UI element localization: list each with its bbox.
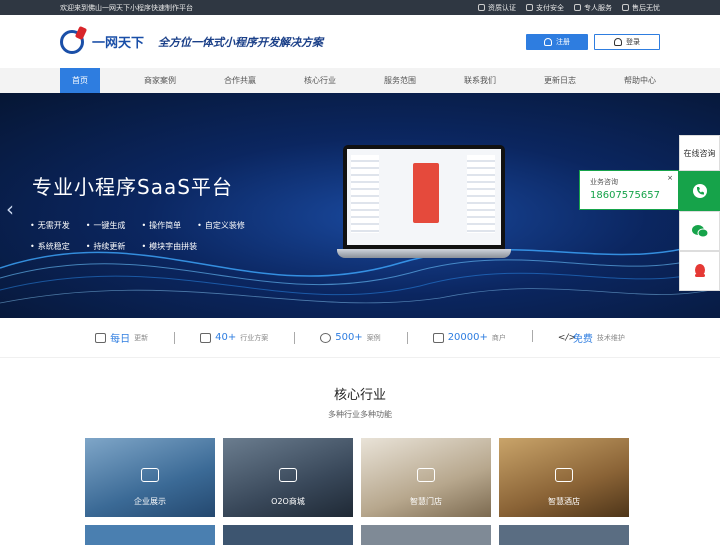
qq-button[interactable] [679, 251, 720, 291]
stat-cases: 500+ 案例 [294, 332, 406, 344]
nav-changelog[interactable]: 更新日志 [520, 68, 600, 93]
logo-name: 一网天下 [92, 36, 145, 51]
thumb-icon [622, 4, 629, 11]
nav-cases[interactable]: 商家案例 [120, 68, 200, 93]
card-enterprise[interactable]: 企业展示 [85, 438, 215, 517]
hotel-icon [555, 468, 573, 482]
feature-item: 无需开发 [30, 220, 70, 231]
card-label: 企业展示 [134, 497, 166, 506]
cart-icon [279, 468, 297, 482]
certified-icon [478, 4, 485, 11]
prev-slide-icon[interactable]: ‹ [6, 197, 14, 221]
topbar-link-payment[interactable]: 支付安全 [526, 3, 564, 13]
stat-industries: 40+ 行业方案 [174, 332, 294, 344]
laptop-image [343, 145, 505, 249]
online-consult[interactable]: 在线咨询 [679, 135, 720, 171]
feature-item: 模块字由拼装 [141, 241, 197, 252]
nav-help[interactable]: 帮助中心 [600, 68, 680, 93]
welcome-text: 欢迎来到佛山一网天下小程序快速制作平台 [60, 3, 193, 12]
nav-industries[interactable]: 核心行业 [280, 68, 360, 93]
phone-icon [692, 184, 707, 198]
nav-services[interactable]: 服务范围 [360, 68, 440, 93]
card-hotel[interactable]: 智慧酒店 [499, 438, 629, 517]
wechat-icon [691, 225, 708, 238]
card-label: 智慧酒店 [548, 497, 580, 506]
popup-label: 业务咨询 [590, 178, 618, 186]
topbar-link-aftersale[interactable]: 售后无忧 [622, 3, 660, 13]
consult-popup: × 业务咨询 18607575657 [579, 170, 679, 210]
card-label: 智慧门店 [410, 497, 442, 506]
top-bar: 欢迎来到佛山一网天下小程序快速制作平台 资质认证 支付安全 专人服务 售后无忧 [0, 0, 720, 15]
store-icon [432, 332, 444, 343]
calendar-icon [95, 332, 107, 343]
code-icon: </> [557, 332, 577, 343]
stats-bar: 每日 更新 40+ 行业方案 500+ 案例 20000+ 商户 </> 免费 技术维护 [0, 318, 720, 358]
stat-daily: 每日 更新 [69, 330, 174, 345]
close-icon[interactable]: × [667, 174, 673, 182]
feature-row-2: 系统稳定 持续更新 模块字由拼装 [30, 241, 197, 252]
industry-cards-row2 [85, 525, 629, 545]
banner-title: 专业小程序SaaS平台 [32, 175, 233, 199]
card-partial[interactable] [499, 525, 629, 545]
login-button[interactable]: 登录 [594, 33, 660, 50]
feature-item: 持续更新 [86, 241, 125, 252]
service-icon [574, 4, 581, 11]
register-button[interactable]: 注册 [526, 33, 588, 50]
stat-maintenance: </> 免费 技术维护 [531, 330, 651, 345]
laptop-base [337, 249, 511, 258]
feature-item: 一键生成 [86, 220, 125, 231]
section-title: 核心行业 [333, 388, 386, 403]
logo-icon [60, 29, 84, 54]
header: 一网天下 全方位一体式小程序开发解决方案 注册 登录 [0, 15, 720, 68]
feature-item: 操作简单 [141, 220, 181, 231]
main-nav: 首页 商家案例 合作共赢 核心行业 服务范围 联系我们 更新日志 帮助中心 [0, 68, 720, 93]
shield-icon [526, 4, 533, 11]
card-partial[interactable] [223, 525, 353, 545]
phone-number[interactable]: 18607575657 [590, 190, 668, 201]
glass-icon [417, 468, 435, 482]
user-icon [614, 37, 622, 46]
team-icon [141, 468, 159, 482]
topbar-link-service[interactable]: 专人服务 [574, 3, 612, 13]
card-partial[interactable] [85, 525, 215, 545]
nav-home[interactable]: 首页 [60, 68, 100, 93]
user-add-icon [544, 37, 552, 46]
section-subtitle: 多种行业多种功能 [328, 410, 392, 419]
feature-item: 自定义装修 [197, 220, 245, 231]
logo-slogan: 全方位一体式小程序开发解决方案 [158, 35, 324, 49]
qq-icon [694, 264, 705, 277]
person-icon [320, 332, 332, 343]
topbar-link-certified[interactable]: 资质认证 [478, 3, 516, 13]
industry-cards: 企业展示 O2O商城 智慧门店 智慧酒店 [85, 438, 629, 517]
wechat-button[interactable] [679, 211, 720, 251]
nav-contact[interactable]: 联系我们 [440, 68, 520, 93]
phone-button[interactable] [679, 171, 720, 211]
nav-cooperation[interactable]: 合作共赢 [200, 68, 280, 93]
stat-merchants: 20000+ 商户 [406, 332, 532, 344]
feature-item: 系统稳定 [30, 241, 70, 252]
card-store[interactable]: 智慧门店 [361, 438, 491, 517]
logo[interactable]: 一网天下 全方位一体式小程序开发解决方案 [60, 29, 324, 54]
card-label: O2O商城 [271, 497, 305, 506]
card-o2o[interactable]: O2O商城 [223, 438, 353, 517]
card-partial[interactable] [361, 525, 491, 545]
feature-row-1: 无需开发 一键生成 操作简单 自定义装修 [30, 220, 245, 231]
monitor-icon [200, 332, 212, 343]
side-toolbar: 在线咨询 [679, 135, 720, 291]
